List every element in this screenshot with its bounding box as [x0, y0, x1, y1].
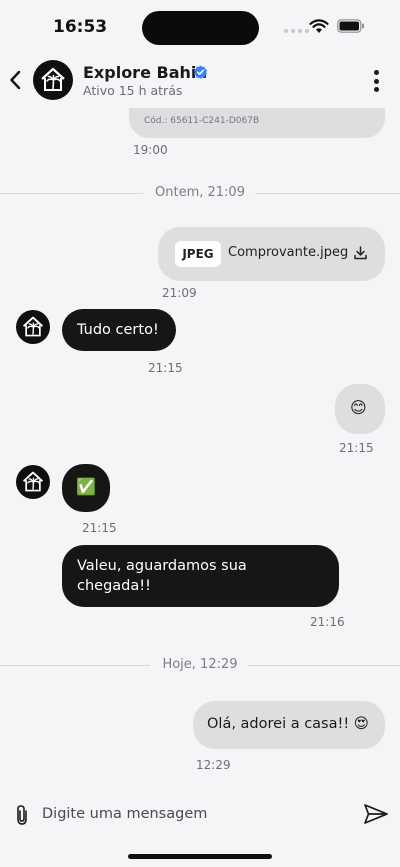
download-icon[interactable] [354, 246, 367, 260]
house-palm-logo-icon [41, 67, 65, 91]
chat-header: Explore Bahia Ativo 15 h atrás [0, 56, 400, 108]
house-palm-logo-icon [22, 471, 44, 492]
contact-name[interactable]: Explore Bahia [83, 63, 207, 82]
contact-avatar[interactable] [33, 60, 73, 100]
date-divider: Hoje, 12:29 [0, 655, 400, 675]
sender-avatar[interactable] [16, 465, 50, 499]
contact-status: Ativo 15 h atrás [83, 83, 183, 98]
outgoing-message-bubble[interactable]: Olá, adorei a casa!! 😍 [193, 701, 385, 749]
incoming-message-bubble[interactable]: ✅ [62, 464, 110, 512]
send-button[interactable] [361, 801, 391, 827]
message-timestamp: 21:15 [339, 441, 374, 455]
house-palm-logo-icon [22, 316, 44, 337]
sender-avatar[interactable] [16, 310, 50, 344]
message-timestamp: 12:29 [196, 758, 231, 772]
more-options-button[interactable] [368, 68, 384, 94]
send-icon [364, 804, 388, 824]
file-type-badge: JPEG [175, 241, 221, 267]
home-indicator [128, 854, 272, 859]
signal-icon [284, 29, 309, 33]
message-composer [0, 788, 400, 840]
booking-code-text: Cód.: 65611-C241-D067B [144, 116, 260, 126]
battery-icon [337, 19, 364, 33]
file-name: Comprovante.jpeg [228, 245, 349, 260]
message-timestamp: 21:15 [148, 361, 183, 375]
verified-badge-icon [193, 65, 208, 79]
paperclip-icon[interactable] [14, 804, 30, 826]
message-timestamp: 21:09 [162, 286, 197, 300]
chevron-left-icon [10, 70, 21, 90]
wifi-icon [309, 19, 329, 33]
incoming-message-bubble[interactable]: Tudo certo! [62, 309, 176, 351]
file-attachment-bubble[interactable]: JPEG Comprovante.jpeg [158, 227, 385, 281]
message-text-line: Valeu, aguardamos sua [77, 558, 247, 574]
more-vertical-icon [373, 70, 379, 75]
message-timestamp: 21:16 [310, 615, 345, 629]
status-bar: 16:53 [0, 0, 400, 56]
chat-messages[interactable]: Cód.: 65611-C241-D067B 19:00 Ontem, 21:0… [0, 108, 400, 788]
outgoing-message-bubble[interactable]: 😊 [335, 384, 385, 434]
message-timestamp: 19:00 [133, 143, 168, 157]
dynamic-island [142, 11, 259, 45]
incoming-message-bubble[interactable]: Valeu, aguardamos sua chegada!! [62, 545, 339, 607]
back-button[interactable] [5, 68, 25, 92]
message-timestamp: 21:15 [82, 521, 117, 535]
message-text-line: chegada!! [77, 578, 151, 594]
date-divider: Ontem, 21:09 [0, 183, 400, 203]
message-input[interactable] [42, 801, 342, 827]
status-time: 16:53 [53, 17, 108, 37]
